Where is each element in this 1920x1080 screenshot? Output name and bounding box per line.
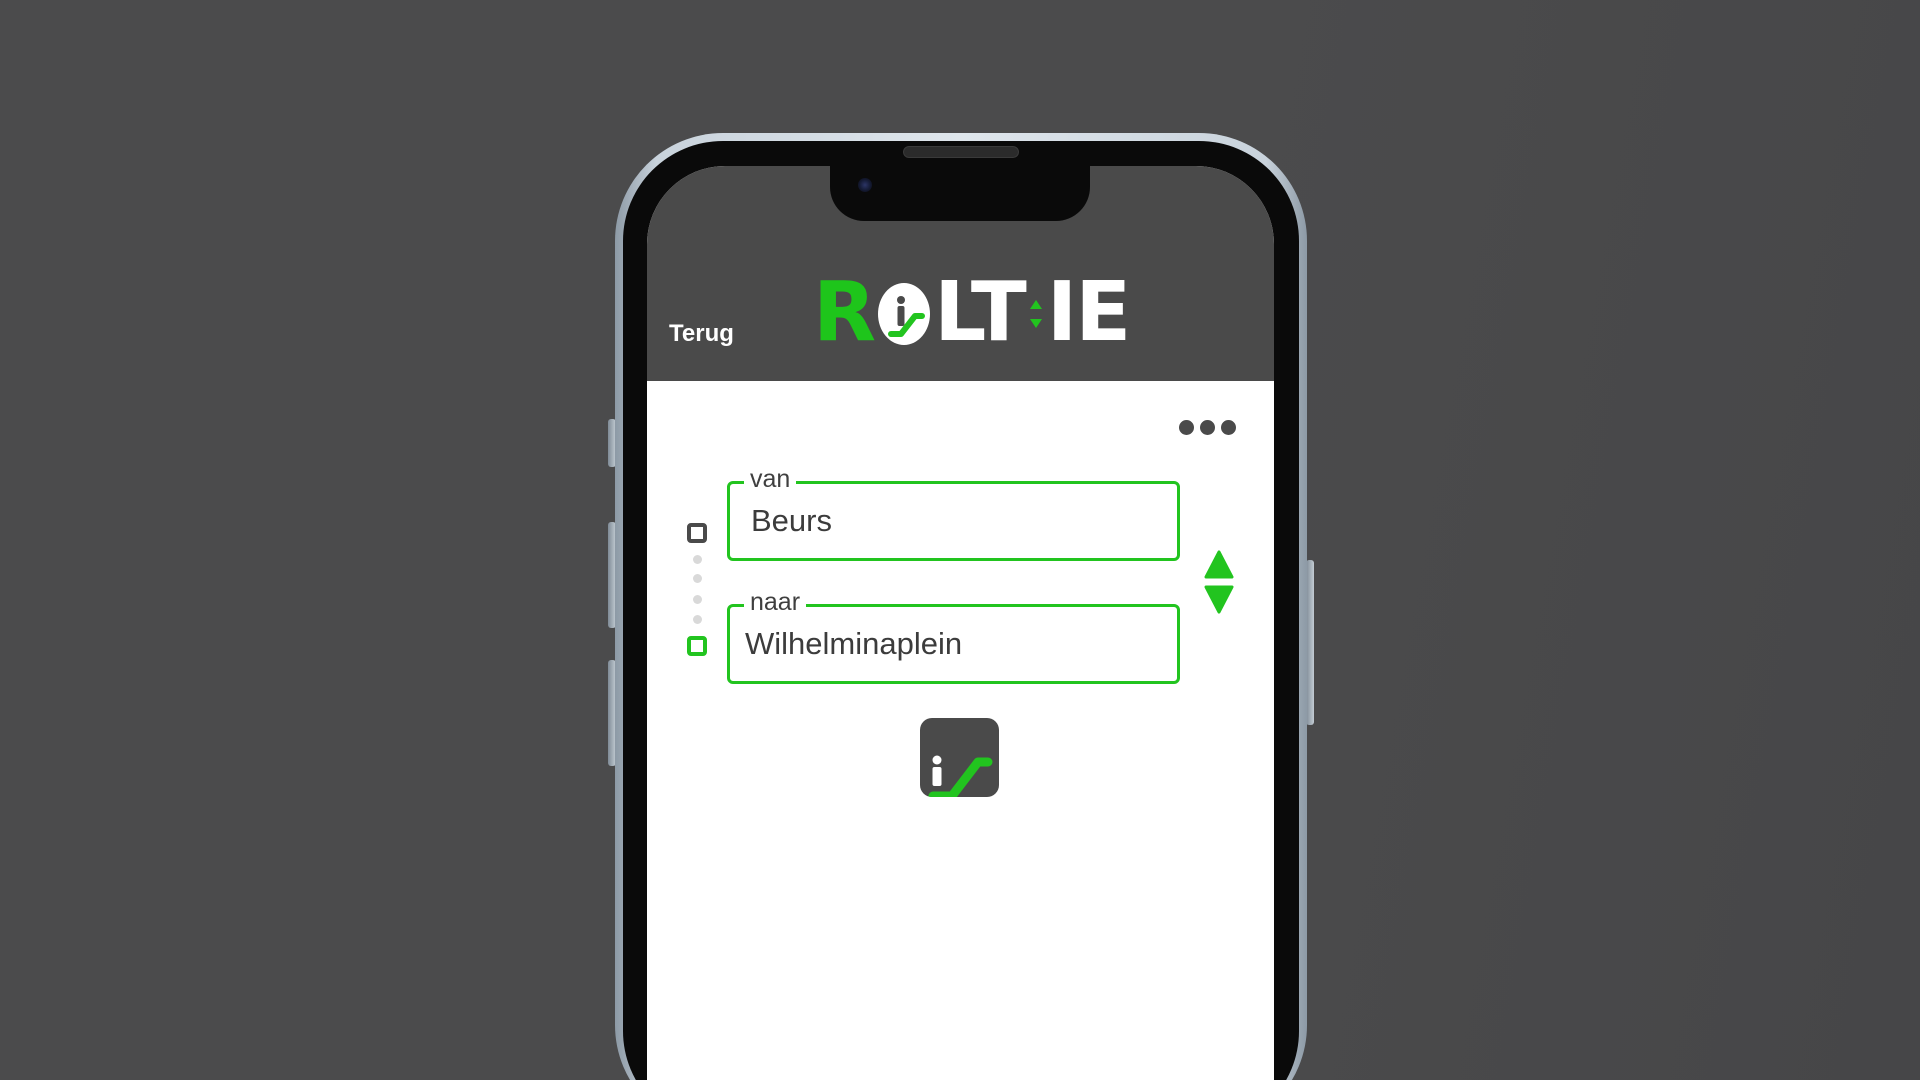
phone-screen: Terug R LT IE van Beurs naar Wilhelminap… [647, 166, 1274, 1080]
route-connector-dot [693, 555, 702, 564]
more-dots-icon[interactable] [1179, 420, 1236, 435]
presentation-background: Terug R LT IE van Beurs naar Wilhelminap… [0, 0, 1920, 1080]
to-field: naar [727, 588, 1180, 684]
camera-icon [858, 178, 872, 192]
phone-speaker [903, 146, 1019, 158]
from-input[interactable] [730, 484, 1177, 558]
route-connector-dot [693, 574, 702, 583]
escalator-icon[interactable] [920, 718, 999, 797]
phone-power-button [1306, 560, 1314, 725]
swap-arrows-icon[interactable] [1204, 550, 1234, 614]
route-start-icon [687, 523, 707, 543]
to-input[interactable] [730, 607, 1177, 681]
route-end-icon [687, 636, 707, 656]
from-field: van [727, 465, 1180, 561]
logo-o-escalator-icon [875, 278, 933, 348]
menu-dot [1179, 420, 1194, 435]
route-connector-dot [693, 595, 702, 604]
roltie-logo: R LT IE [813, 265, 1132, 360]
logo-i-elevator-icon [1027, 280, 1045, 346]
logo-letters-ie: IE [1046, 265, 1132, 360]
menu-dot [1221, 420, 1236, 435]
route-connector-dot [693, 615, 702, 624]
menu-dot [1200, 420, 1215, 435]
back-button[interactable]: Terug [669, 320, 734, 348]
logo-letter-r: R [813, 265, 876, 360]
logo-letters-lt: LT [934, 265, 1027, 360]
